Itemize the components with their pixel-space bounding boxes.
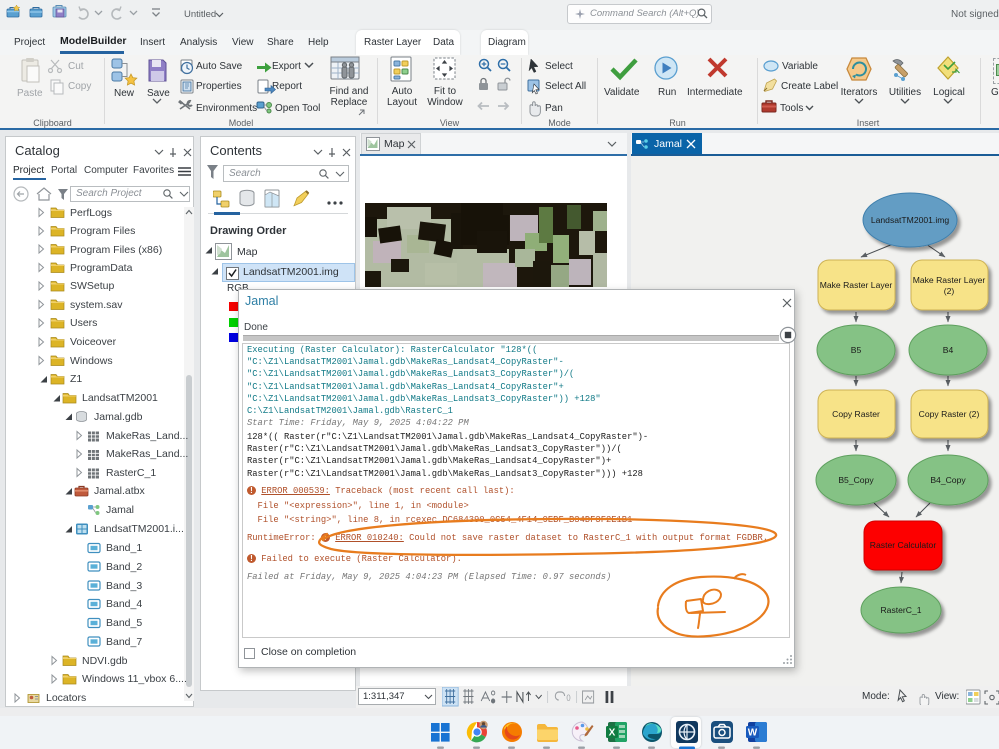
svg-text:(2): (2) [944, 286, 955, 296]
svg-text:Raster Calculator: Raster Calculator [870, 540, 937, 550]
svg-text:B5_Copy: B5_Copy [838, 475, 874, 485]
svg-text:0: 0 [566, 692, 571, 703]
svg-text:W: W [748, 728, 758, 739]
svg-text:Copy Raster (2): Copy Raster (2) [919, 409, 980, 419]
svg-text:LandsatTM2001.img: LandsatTM2001.img [871, 215, 950, 225]
svg-text:X: X [609, 728, 616, 739]
svg-text:B4_Copy: B4_Copy [930, 475, 966, 485]
svg-text:RasterC_1: RasterC_1 [880, 605, 921, 615]
svg-text:B5: B5 [851, 345, 862, 355]
svg-text:Make Raster Layer: Make Raster Layer [820, 280, 893, 290]
svg-text:Make Raster Layer: Make Raster Layer [913, 275, 986, 285]
svg-text:B4: B4 [943, 345, 954, 355]
svg-text:Copy Raster: Copy Raster [832, 409, 880, 419]
